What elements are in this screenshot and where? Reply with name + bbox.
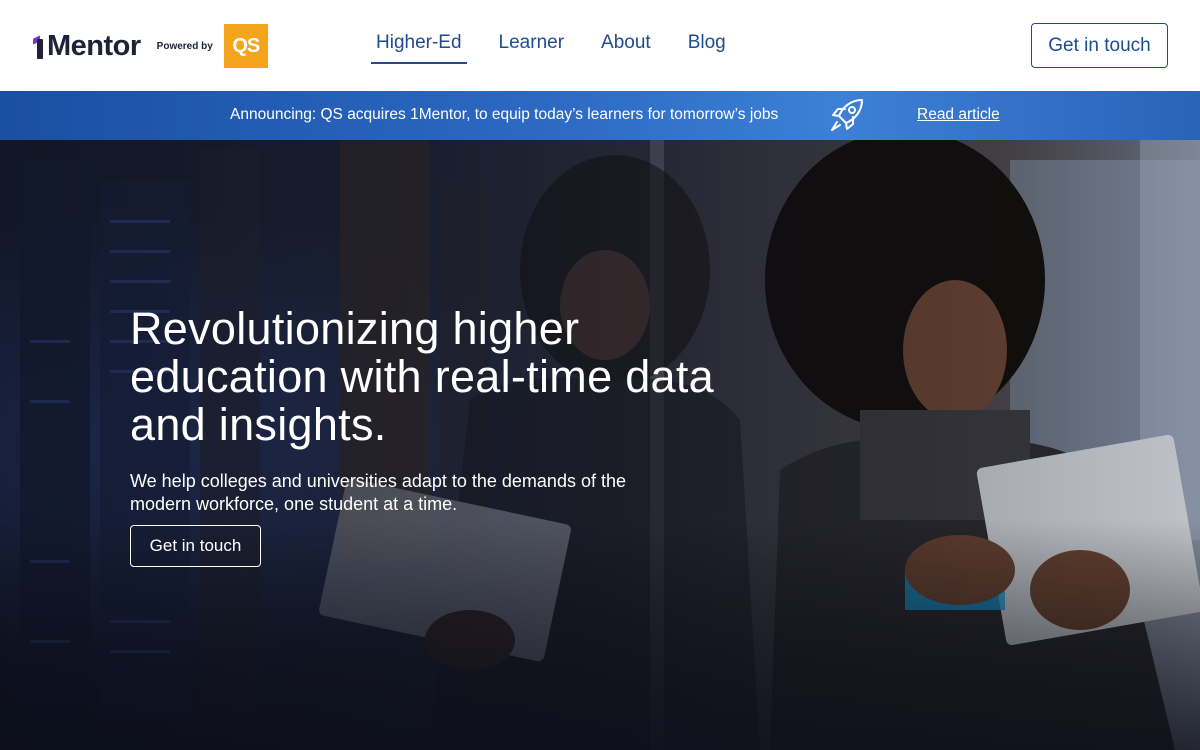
hero-title: Revolutionizing higher education with re… bbox=[130, 303, 715, 450]
announcement-bar: Announcing: QS acquires 1Mentor, to equi… bbox=[0, 91, 1200, 140]
1mentor-logo[interactable]: Mentor bbox=[33, 30, 141, 63]
read-article-link[interactable]: Read article bbox=[917, 106, 1000, 124]
hero-section: Revolutionizing higher education with re… bbox=[0, 140, 1200, 750]
qs-logo: QS bbox=[223, 24, 268, 68]
1mentor-logo-mark-icon bbox=[33, 33, 46, 59]
main-nav: Higher-Ed Learner About Blog bbox=[371, 30, 758, 64]
logo-text: Mentor bbox=[47, 29, 141, 62]
logo-group: Mentor Powered by QS bbox=[33, 24, 268, 68]
header-get-in-touch-button[interactable]: Get in touch bbox=[1031, 23, 1168, 68]
hero-subtitle: We help colleges and universities adapt … bbox=[130, 471, 626, 514]
hero-get-in-touch-button[interactable]: Get in touch bbox=[130, 525, 261, 567]
announcement-text: Announcing: QS acquires 1Mentor, to equi… bbox=[230, 106, 779, 123]
powered-by-label: Powered by bbox=[156, 40, 213, 52]
rocket-icon bbox=[831, 99, 863, 131]
site-header: Mentor Powered by QS Higher-Ed Learner A… bbox=[0, 0, 1200, 91]
nav-link-learner[interactable]: Learner bbox=[494, 30, 570, 64]
nav-link-about[interactable]: About bbox=[596, 30, 656, 64]
nav-link-higher-ed[interactable]: Higher-Ed bbox=[371, 30, 467, 64]
nav-link-blog[interactable]: Blog bbox=[683, 30, 731, 64]
